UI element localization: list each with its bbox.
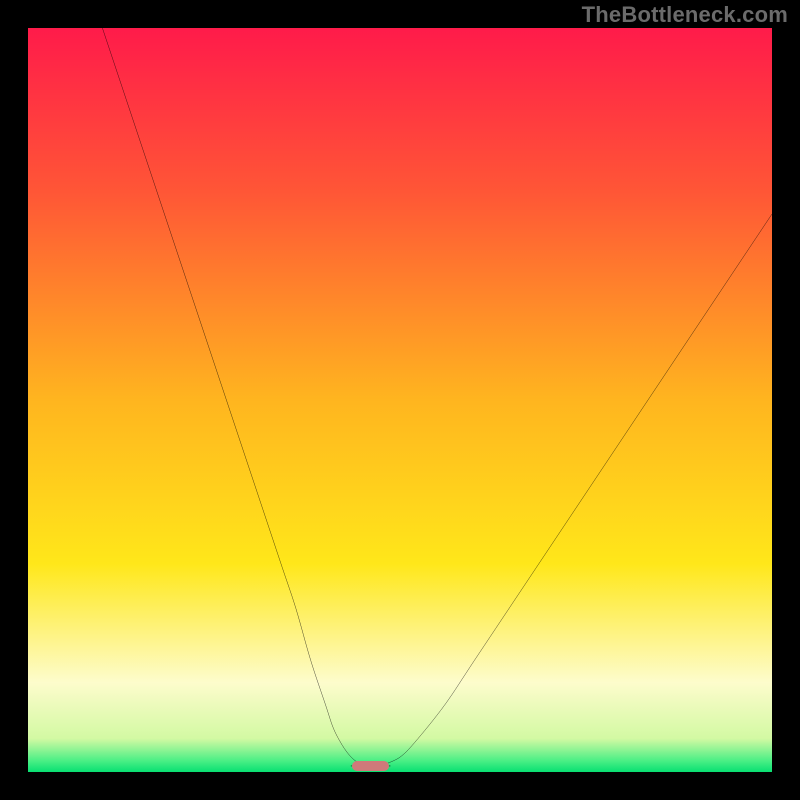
chart-frame: TheBottleneck.com bbox=[0, 0, 800, 800]
min-marker bbox=[352, 761, 389, 771]
plot-area bbox=[28, 28, 772, 772]
curve-line bbox=[102, 28, 772, 766]
watermark: TheBottleneck.com bbox=[582, 2, 788, 28]
curve-layer bbox=[28, 28, 772, 772]
